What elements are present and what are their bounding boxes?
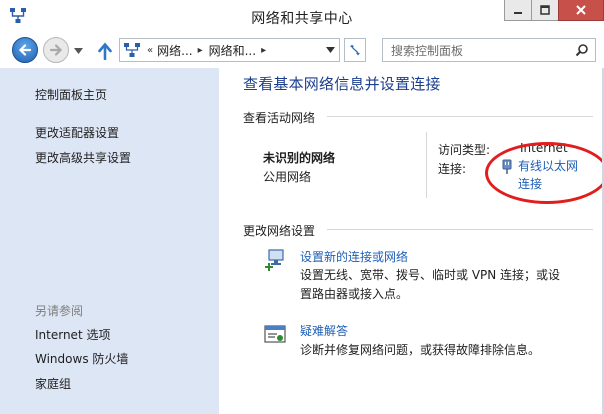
control-panel-home-link[interactable]: 控制面板主页 [35, 86, 107, 103]
breadcrumb-overflow[interactable]: « [147, 45, 153, 56]
refresh-button[interactable] [344, 38, 366, 62]
setup-new-connection-link[interactable]: 设置新的连接或网络 [300, 248, 408, 265]
troubleshoot-icon [264, 325, 286, 343]
close-icon [576, 5, 586, 15]
chevron-down-icon[interactable] [326, 47, 335, 54]
setup-connection-description: 设置无线、宽带、拨号、临时或 VPN 连接；或设 置路由器或接入点。 [300, 266, 590, 304]
change-settings-heading: 更改网络设置 [243, 224, 316, 238]
connections-label: 连接: [438, 162, 467, 176]
recent-pages-button[interactable] [72, 46, 84, 56]
up-arrow-icon [98, 42, 112, 60]
change-adapter-settings-link[interactable]: 更改适配器设置 [35, 124, 119, 141]
minimize-button[interactable] [504, 0, 532, 21]
vertical-divider [426, 132, 427, 198]
forward-button[interactable] [43, 37, 69, 63]
troubleshoot-description: 诊断并修复网络问题，或获得故障排除信息。 [300, 343, 541, 357]
change-advanced-sharing-link[interactable]: 更改高级共享设置 [35, 149, 131, 166]
description-line: 置路由器或接入点。 [300, 287, 409, 301]
search-input[interactable]: 搜索控制面板 [383, 42, 575, 59]
breadcrumb-item[interactable]: 网络... [157, 42, 192, 59]
forward-arrow-icon [49, 44, 63, 56]
active-networks-heading: 查看活动网络 [243, 111, 316, 125]
windows-firewall-link[interactable]: Windows 防火墙 [35, 350, 128, 367]
left-task-pane: 控制面板主页 更改适配器设置 更改高级共享设置 另请参阅 Internet 选项… [0, 68, 219, 414]
window-controls [504, 0, 604, 22]
page-title: 查看基本网络信息并设置连接 [243, 75, 441, 93]
description-line: 设置无线、宽带、拨号、临时或 VPN 连接；或设 [300, 268, 561, 282]
up-button[interactable] [96, 41, 114, 61]
maximize-icon [540, 5, 550, 15]
close-button[interactable] [558, 0, 604, 21]
breadcrumb-item[interactable]: 网络和... [209, 42, 256, 59]
troubleshoot-link[interactable]: 疑难解答 [300, 322, 348, 339]
section-divider [327, 229, 593, 230]
chevron-down-icon [73, 48, 83, 54]
main-content: 查看基本网络信息并设置连接 查看活动网络 未识别的网络 公用网络 访问类型: I… [219, 68, 604, 414]
address-bar[interactable]: « 网络... ▸ 网络和... ▸ [119, 38, 340, 62]
internet-options-link[interactable]: Internet 选项 [35, 326, 110, 343]
homegroup-link[interactable]: 家庭组 [35, 375, 71, 392]
minimize-icon [514, 12, 522, 14]
title-bar: 网络和共享中心 [0, 0, 604, 34]
section-divider [327, 116, 593, 117]
network-name: 未识别的网络 [263, 151, 336, 165]
refresh-icon [350, 44, 360, 56]
breadcrumb-separator[interactable]: ▸ [198, 45, 203, 56]
network-type: 公用网络 [263, 170, 312, 184]
back-button[interactable] [12, 37, 38, 63]
network-icon [124, 43, 140, 57]
new-connection-icon [265, 249, 284, 271]
access-type-label: 访问类型: [438, 143, 491, 157]
search-box[interactable]: 搜索控制面板 [382, 38, 596, 62]
red-highlight-annotation [485, 142, 604, 204]
maximize-button[interactable] [531, 0, 559, 21]
back-arrow-icon [18, 44, 32, 56]
see-also-heading: 另请参阅 [35, 304, 84, 318]
navigation-bar: « 网络... ▸ 网络和... ▸ 搜索控制面板 [0, 34, 604, 68]
search-icon[interactable] [575, 43, 589, 57]
breadcrumb-separator[interactable]: ▸ [261, 45, 266, 56]
